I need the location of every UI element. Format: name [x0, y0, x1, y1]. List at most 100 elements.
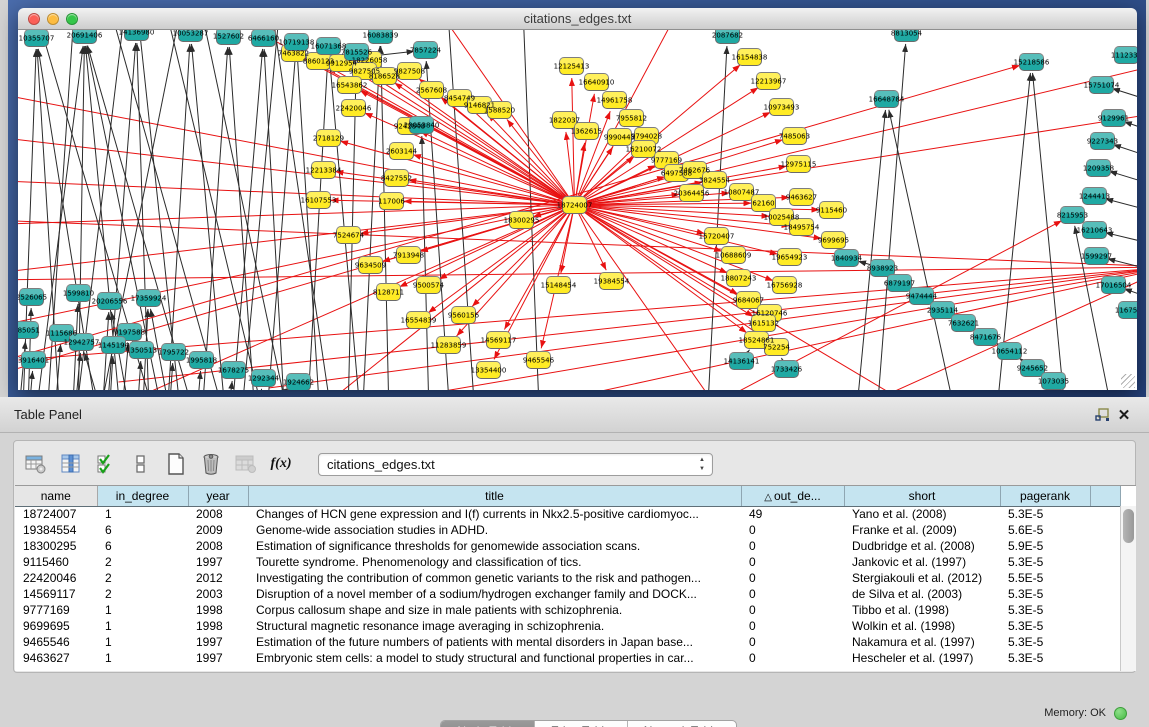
cell-name[interactable]: 9777169 [15, 602, 97, 618]
cell-out_de...[interactable]: 0 [741, 554, 844, 570]
minimize-window-button[interactable] [47, 13, 59, 25]
cell-pagerank[interactable]: 5.3E-5 [1000, 586, 1090, 602]
cell-filler[interactable] [1090, 522, 1120, 538]
table-row[interactable]: 969969511998Structural magnetic resonanc… [15, 618, 1120, 634]
cell-in_degree[interactable]: 6 [97, 538, 188, 554]
cell-year[interactable]: 1998 [188, 618, 248, 634]
cell-short[interactable]: Stergiakouli et al. (2012) [844, 570, 1000, 586]
table-scrollbar-thumb[interactable] [1123, 509, 1134, 543]
table-row[interactable]: 911546021997Tourette syndrome. Phenomeno… [15, 554, 1120, 570]
cell-short[interactable]: Tibbo et al. (1998) [844, 602, 1000, 618]
close-panel-icon[interactable]: ✕ [1113, 405, 1135, 425]
cell-filler[interactable] [1090, 506, 1120, 522]
cell-filler[interactable] [1090, 634, 1120, 650]
cell-name[interactable]: 18300295 [15, 538, 97, 554]
cell-pagerank[interactable]: 5.3E-5 [1000, 506, 1090, 522]
column-header-year[interactable]: year [188, 486, 248, 506]
cell-title[interactable]: Investigating the contribution of common… [248, 570, 741, 586]
cell-title[interactable]: Corpus callosum shape and size in male p… [248, 602, 741, 618]
cell-title[interactable]: Changes of HCN gene expression and I(f) … [248, 506, 741, 522]
cell-out_de...[interactable]: 0 [741, 586, 844, 602]
cell-filler[interactable] [1090, 618, 1120, 634]
cell-title[interactable]: Disruption of a novel member of a sodium… [248, 586, 741, 602]
column-header-out_de...[interactable]: △out_de... [741, 486, 844, 506]
cell-pagerank[interactable]: 5.6E-5 [1000, 522, 1090, 538]
table-row[interactable]: 946362711997Embryonic stem cells: a mode… [15, 650, 1120, 666]
cell-title[interactable]: Embryonic stem cells: a model to study s… [248, 650, 741, 666]
cell-title[interactable]: Structural magnetic resonance image aver… [248, 618, 741, 634]
cell-in_degree[interactable]: 2 [97, 554, 188, 570]
cell-out_de...[interactable]: 0 [741, 538, 844, 554]
cell-short[interactable]: Franke et al. (2009) [844, 522, 1000, 538]
table-row[interactable]: 1830029562008Estimation of significance … [15, 538, 1120, 554]
column-header-pagerank[interactable]: pagerank [1000, 486, 1090, 506]
cell-out_de...[interactable]: 0 [741, 650, 844, 666]
column-header-title[interactable]: title [248, 486, 741, 506]
window-resize-grip[interactable] [1121, 374, 1135, 388]
cell-short[interactable]: Nakamura et al. (1997) [844, 634, 1000, 650]
cell-in_degree[interactable]: 1 [97, 602, 188, 618]
column-header-in_degree[interactable]: in_degree [97, 486, 188, 506]
new-table-button[interactable] [164, 452, 188, 476]
cell-filler[interactable] [1090, 586, 1120, 602]
cell-pagerank[interactable]: 5.3E-5 [1000, 618, 1090, 634]
cell-name[interactable]: 19384554 [15, 522, 97, 538]
cell-filler[interactable] [1090, 650, 1120, 666]
close-window-button[interactable] [28, 13, 40, 25]
cell-short[interactable]: Yano et al. (2008) [844, 506, 1000, 522]
table-row[interactable]: 977716911998Corpus callosum shape and si… [15, 602, 1120, 618]
cell-year[interactable]: 2012 [188, 570, 248, 586]
table-row[interactable]: 2242004622012Investigating the contribut… [15, 570, 1120, 586]
cell-year[interactable]: 1998 [188, 602, 248, 618]
network-canvas[interactable]: 1872400712125413166409101496175879558129… [18, 30, 1137, 390]
cell-title[interactable]: Estimation of the future numbers of pati… [248, 634, 741, 650]
cell-name[interactable]: 22420046 [15, 570, 97, 586]
cell-out_de...[interactable]: 0 [741, 570, 844, 586]
cell-name[interactable]: 14569117 [15, 586, 97, 602]
table-selector-dropdown[interactable]: citations_edges.txt ▲▼ [318, 453, 713, 476]
cell-short[interactable]: Wolkin et al. (1998) [844, 618, 1000, 634]
table-scrollbar[interactable] [1120, 506, 1136, 671]
float-panel-icon[interactable] [1091, 405, 1113, 425]
column-header-short[interactable]: short [844, 486, 1000, 506]
cell-name[interactable]: 9465546 [15, 634, 97, 650]
cell-name[interactable]: 9463627 [15, 650, 97, 666]
cell-year[interactable]: 1997 [188, 554, 248, 570]
table-row[interactable]: 946554611997Estimation of the future num… [15, 634, 1120, 650]
cell-year[interactable]: 1997 [188, 634, 248, 650]
cell-title[interactable]: Estimation of significance thresholds fo… [248, 538, 741, 554]
cell-filler[interactable] [1090, 570, 1120, 586]
cell-filler[interactable] [1090, 554, 1120, 570]
cell-pagerank[interactable]: 5.9E-5 [1000, 538, 1090, 554]
clear-selection-button[interactable] [129, 452, 153, 476]
cell-in_degree[interactable]: 1 [97, 650, 188, 666]
window-titlebar[interactable]: citations_edges.txt [18, 8, 1137, 30]
cell-in_degree[interactable]: 1 [97, 506, 188, 522]
citation-graph[interactable]: 1872400712125413166409101496175879558129… [18, 30, 1137, 390]
cell-title[interactable]: Tourette syndrome. Phenomenology and cla… [248, 554, 741, 570]
cell-in_degree[interactable]: 2 [97, 586, 188, 602]
cell-short[interactable]: Jankovic et al. (1997) [844, 554, 1000, 570]
cell-in_degree[interactable]: 2 [97, 570, 188, 586]
table-row[interactable]: 1938455462009Genome-wide association stu… [15, 522, 1120, 538]
cell-year[interactable]: 2008 [188, 538, 248, 554]
cell-pagerank[interactable]: 5.3E-5 [1000, 554, 1090, 570]
cell-year[interactable]: 2003 [188, 586, 248, 602]
cell-short[interactable]: de Silva et al. (2003) [844, 586, 1000, 602]
cell-filler[interactable] [1090, 538, 1120, 554]
cell-out_de...[interactable]: 0 [741, 618, 844, 634]
delete-table-button[interactable] [199, 452, 223, 476]
cell-pagerank[interactable]: 5.3E-5 [1000, 602, 1090, 618]
select-rows-button[interactable] [94, 452, 118, 476]
cell-short[interactable]: Hescheler et al. (1997) [844, 650, 1000, 666]
cell-pagerank[interactable]: 5.5E-5 [1000, 570, 1090, 586]
cell-name[interactable]: 9115460 [15, 554, 97, 570]
cell-year[interactable]: 2009 [188, 522, 248, 538]
cell-out_de...[interactable]: 0 [741, 522, 844, 538]
cell-in_degree[interactable]: 6 [97, 522, 188, 538]
table-row[interactable]: 1872400712008Changes of HCN gene express… [15, 506, 1120, 522]
column-header-filler[interactable] [1090, 486, 1120, 506]
cell-year[interactable]: 2008 [188, 506, 248, 522]
node-table-grid[interactable]: namein_degreeyeartitle△out_de...shortpag… [15, 486, 1121, 666]
cell-name[interactable]: 9699695 [15, 618, 97, 634]
